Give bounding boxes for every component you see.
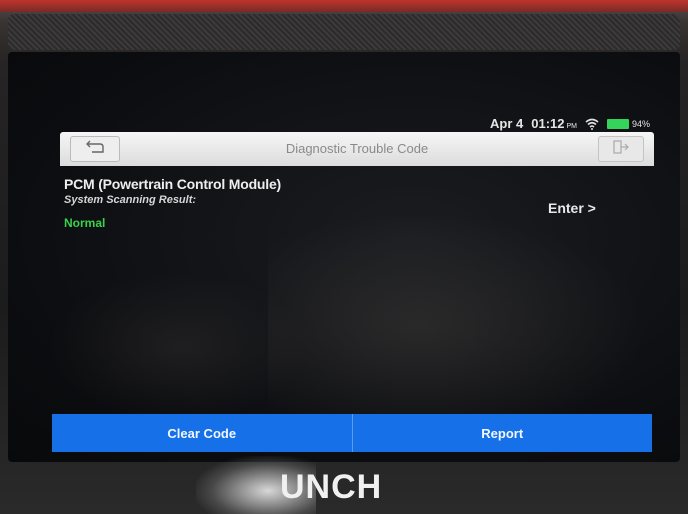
battery-percent: 94%: [631, 118, 650, 129]
report-button[interactable]: Report: [353, 414, 653, 452]
device-screen: Apr 4 01:12 PM 94% Diagnostic Trouble Co…: [8, 52, 680, 462]
action-bar: Clear Code Report: [52, 414, 652, 452]
clear-code-button[interactable]: Clear Code: [52, 414, 352, 452]
battery-indicator: 94%: [606, 118, 650, 129]
scan-result-label: System Scanning Result:: [64, 194, 197, 206]
battery-icon: [606, 118, 629, 129]
status-time-value: 01:12: [531, 116, 565, 131]
status-time: 01:12 PM: [531, 116, 577, 131]
module-name: PCM (Powertrain Control Module): [64, 176, 282, 192]
scan-result-value: Normal: [64, 216, 106, 230]
exit-button[interactable]: [598, 136, 644, 162]
enter-button[interactable]: Enter >: [548, 200, 596, 216]
device-top-edge: [0, 0, 688, 12]
device-grip-texture: [8, 14, 680, 50]
title-bar: Diagnostic Trouble Code: [60, 132, 654, 166]
status-bar: Apr 4 01:12 PM 94%: [60, 114, 656, 132]
device-brand-logo: UNCH: [280, 468, 383, 506]
screen-glare: [268, 212, 648, 422]
page-title: Diagnostic Trouble Code: [285, 141, 429, 156]
screen-glare-left: [48, 272, 308, 422]
wifi-icon: [585, 118, 599, 130]
status-date: Apr 4: [490, 116, 524, 131]
status-meridiem: PM: [566, 123, 577, 130]
exit-icon: [613, 139, 629, 159]
